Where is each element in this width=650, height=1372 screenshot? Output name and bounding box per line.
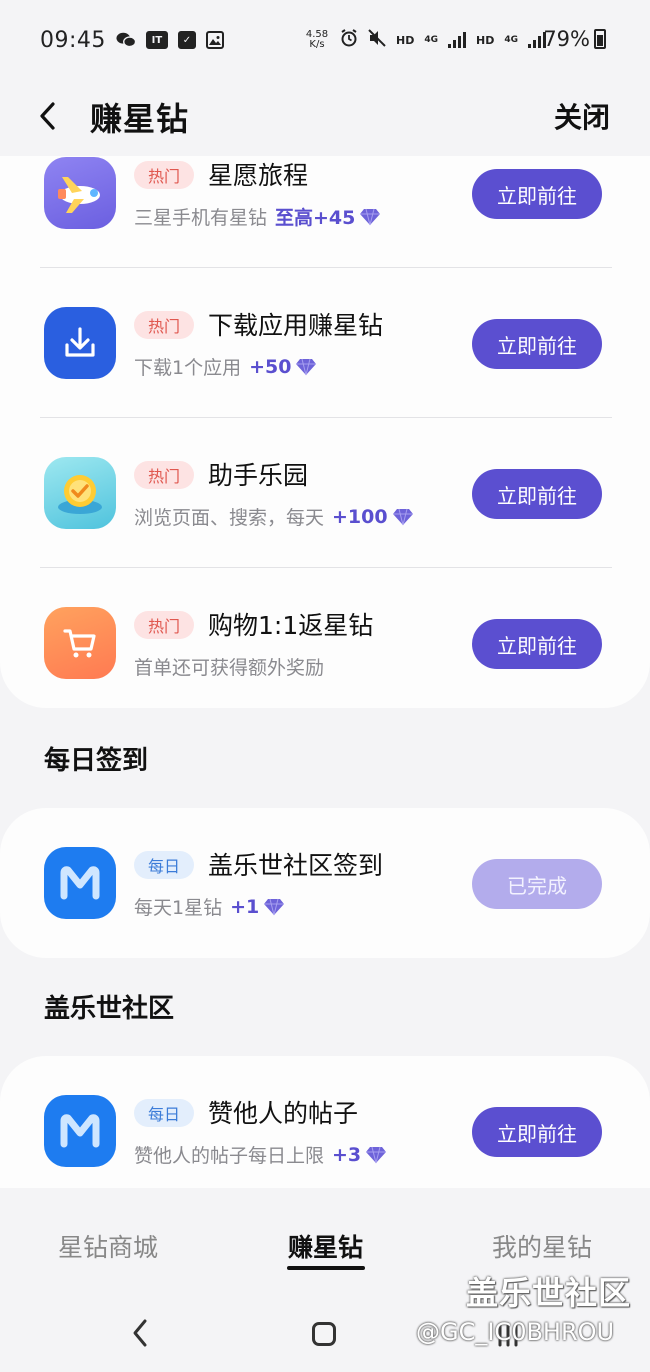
task-desc-text: 赞他人的帖子每日上限 [134, 1145, 325, 1167]
wechat-icon [116, 30, 136, 50]
task-title: 赞他人的帖子 [208, 1099, 359, 1128]
members-m-icon [44, 847, 116, 919]
members-m-icon [44, 1095, 116, 1167]
hot-tag: 热门 [134, 611, 195, 639]
alarm-icon [340, 28, 358, 52]
signal-icon [448, 32, 466, 48]
task-desc: 浏览页面、搜索，每天 +100 [134, 503, 414, 530]
download-icon [44, 307, 116, 379]
completed-button[interactable]: 已完成 [472, 859, 602, 909]
task-list-scroll[interactable]: 热门 星愿旅程 三星手机有星钻 至高+45 立即前往 热门 下载应用赚星钻 下载… [0, 156, 650, 1188]
bottom-tab-bar: 星钻商城 赚星钻 我的星钻 [0, 1188, 650, 1278]
section-title-community: 盖乐世社区 [44, 994, 175, 1024]
task-title: 盖乐世社区签到 [208, 851, 384, 880]
tab-earn-stars[interactable]: 赚星钻 [288, 1228, 363, 1264]
task-desc-text: 下载1个应用 [134, 357, 242, 379]
reward-value: +50 [249, 355, 292, 378]
reward: +3 [332, 1144, 387, 1166]
go-button[interactable]: 立即前往 [472, 319, 602, 369]
task-row: 每日 赞他人的帖子 赞他人的帖子每日上限 +3 立即前往 [40, 1056, 612, 1188]
check-box-icon: ✓ [177, 31, 196, 49]
go-button[interactable]: 立即前往 [472, 1107, 602, 1157]
shopping-cart-icon [44, 607, 116, 679]
task-title: 购物1:1返星钻 [208, 611, 374, 640]
hd-label-1: HD [396, 33, 415, 47]
task-desc: 首单还可获得额外奖励 [134, 653, 324, 680]
tab-star-mall[interactable]: 星钻商城 [58, 1228, 158, 1264]
lte-label-1: 4G [424, 35, 438, 45]
task-title: 下载应用赚星钻 [208, 311, 384, 340]
community-card: 每日 赞他人的帖子 赞他人的帖子每日上限 +3 立即前往 [0, 1056, 650, 1188]
reward: +50 [249, 356, 317, 378]
go-button[interactable]: 立即前往 [472, 169, 602, 219]
task-desc: 赞他人的帖子每日上限 +3 [134, 1141, 387, 1168]
mute-icon [368, 28, 386, 52]
task-row: 热门 购物1:1返星钻 首单还可获得额外奖励 立即前往 [40, 568, 612, 718]
reward: +100 [332, 506, 414, 528]
task-desc-text: 每天1星钻 [134, 897, 223, 919]
task-desc-text: 浏览页面、搜索，每天 [134, 507, 325, 529]
battery-icon [594, 29, 606, 49]
close-button[interactable]: 关闭 [554, 96, 610, 136]
gem-icon [392, 508, 413, 525]
task-title: 星愿旅程 [208, 161, 309, 190]
task-desc: 每天1星钻 +1 [134, 893, 285, 920]
page-title: 赚星钻 [90, 100, 190, 138]
reward-value: +1 [230, 895, 260, 918]
task-title: 助手乐园 [208, 461, 309, 490]
back-button[interactable] [28, 96, 68, 136]
go-button[interactable]: 立即前往 [472, 469, 602, 519]
net-speed: 4.58 K/s [305, 29, 329, 50]
task-row: 热门 星愿旅程 三星手机有星钻 至高+45 立即前往 [40, 156, 612, 268]
task-row: 热门 下载应用赚星钻 下载1个应用 +50 立即前往 [40, 268, 612, 418]
task-desc-text: 首单还可获得额外奖励 [134, 657, 325, 679]
system-home-button[interactable] [312, 1322, 336, 1346]
daily-tag: 每日 [134, 851, 195, 879]
hot-tag: 热门 [134, 461, 195, 489]
hot-tag: 热门 [134, 161, 195, 189]
watermark-title: 盖乐世社区 [466, 1274, 632, 1312]
task-row: 热门 助手乐园 浏览页面、搜索，每天 +100 立即前往 [40, 418, 612, 568]
chevron-left-icon [40, 102, 55, 130]
lte-label-2: 4G [504, 35, 518, 45]
daily-tag: 每日 [134, 1099, 195, 1127]
gem-icon [366, 1146, 387, 1163]
hot-tasks-card: 热门 星愿旅程 三星手机有星钻 至高+45 立即前往 热门 下载应用赚星钻 下载… [0, 156, 650, 708]
go-button[interactable]: 立即前往 [472, 619, 602, 669]
reward-value: 至高+45 [275, 207, 356, 229]
reward: +1 [230, 896, 285, 918]
reward: 至高+45 [275, 203, 381, 230]
status-time: 09:45 [40, 27, 106, 53]
it-icon: IT [145, 31, 168, 49]
status-bar: 09:45 IT ✓ 4.58 K/s HD 4G HD 4G 79% [0, 0, 650, 80]
active-tab-indicator [287, 1266, 365, 1270]
task-row: 每日 盖乐世社区签到 每天1星钻 +1 已完成 [40, 808, 612, 958]
daily-card: 每日 盖乐世社区签到 每天1星钻 +1 已完成 [0, 808, 650, 958]
gem-icon [296, 358, 317, 375]
image-icon [205, 31, 224, 49]
reward-value: +3 [332, 1143, 362, 1166]
reward-value: +100 [332, 505, 388, 528]
airplane-icon [44, 157, 116, 229]
chevron-left-icon [133, 1319, 147, 1347]
assistant-badge-icon [44, 457, 116, 529]
hd-label-2: HD [476, 33, 495, 47]
task-desc: 三星手机有星钻 至高+45 [134, 203, 381, 230]
hot-tag: 热门 [134, 311, 195, 339]
gem-icon [264, 898, 285, 915]
battery-percent: 79% [543, 27, 590, 51]
gem-icon [360, 208, 381, 225]
tab-my-stars[interactable]: 我的星钻 [492, 1228, 592, 1264]
app-header: 赚星钻 关闭 [0, 80, 650, 156]
task-desc-text: 三星手机有星钻 [134, 207, 268, 229]
task-desc: 下载1个应用 +50 [134, 353, 317, 380]
system-back-button[interactable] [130, 1318, 150, 1352]
section-title-daily: 每日签到 [44, 746, 149, 776]
watermark-user: @GC_IC0BHROU [416, 1318, 615, 1346]
